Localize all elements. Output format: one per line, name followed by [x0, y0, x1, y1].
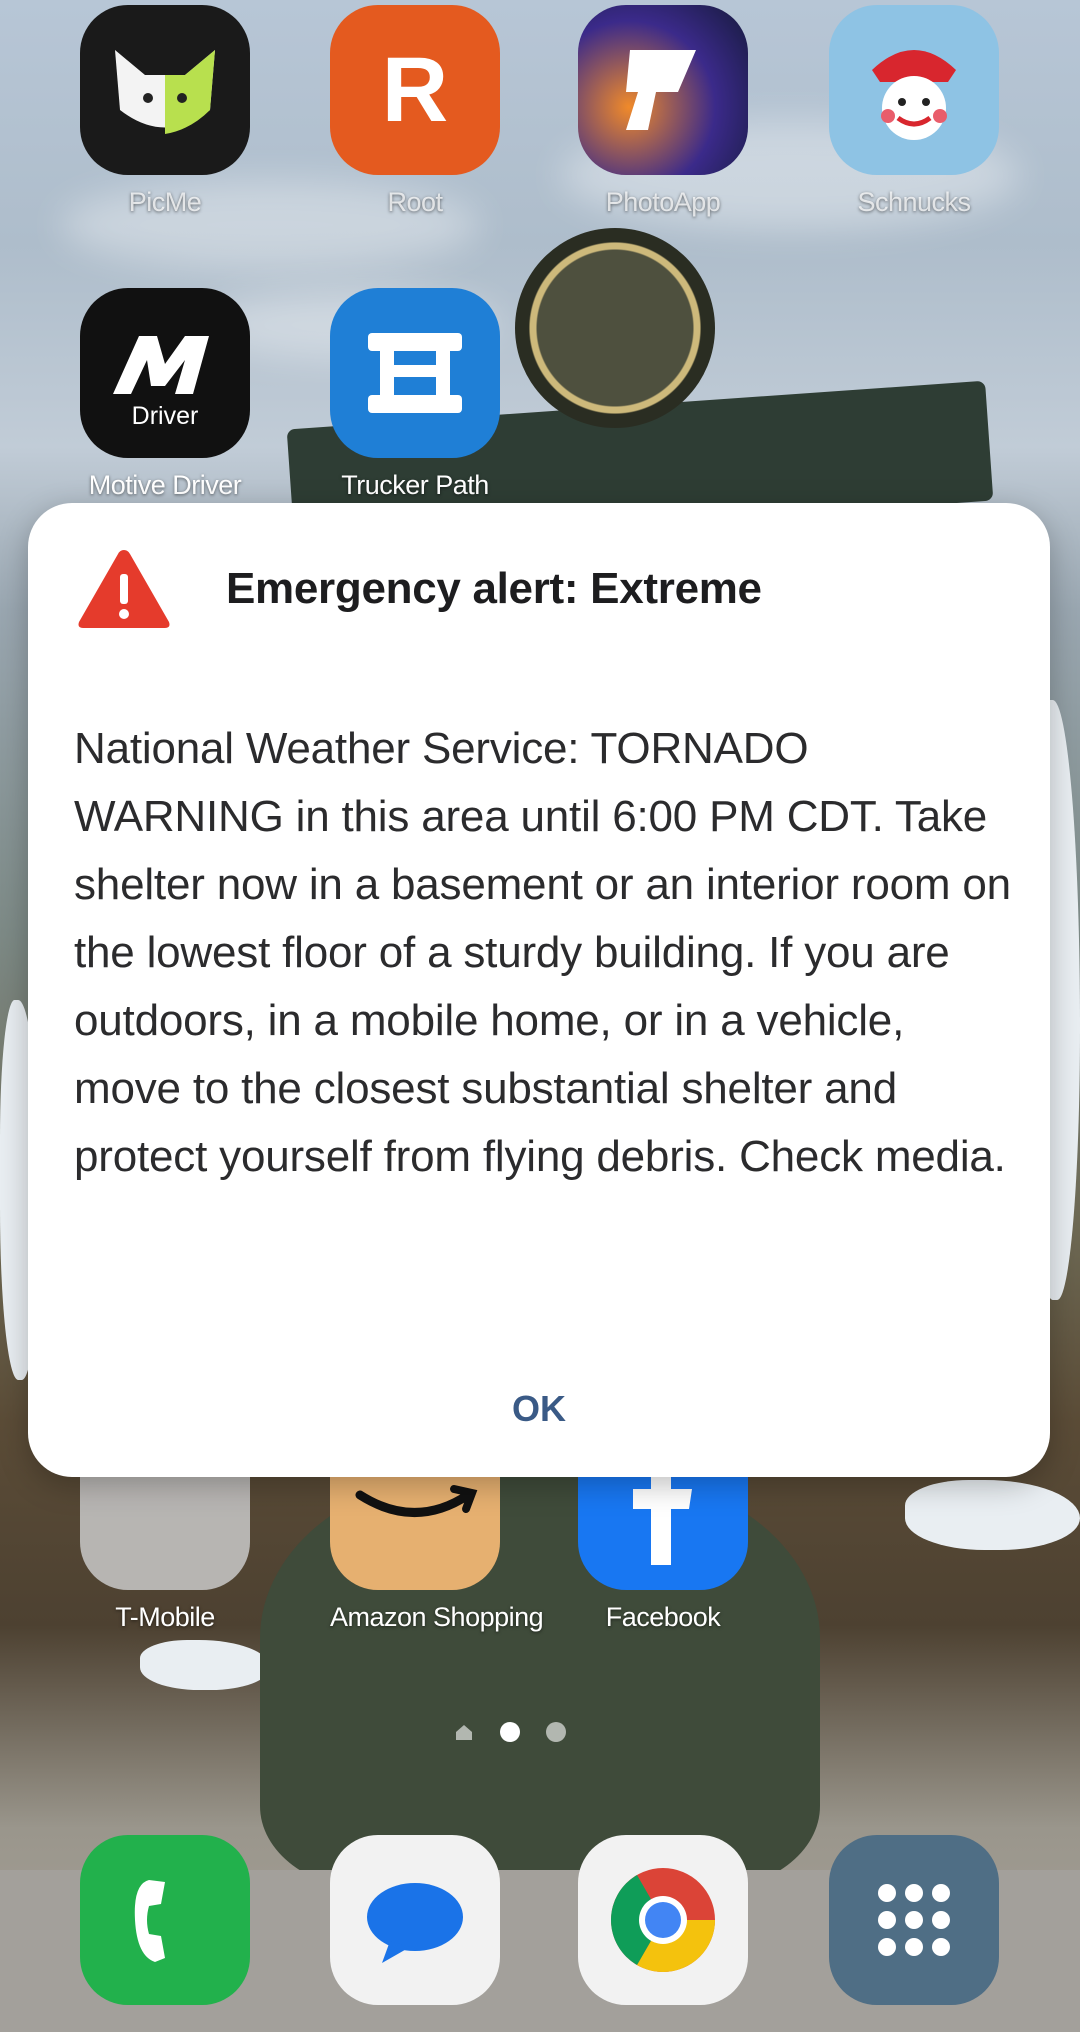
app-schnucks[interactable]: Schnucks — [829, 5, 999, 218]
photoapp-icon — [578, 5, 748, 175]
app-trucker-path[interactable]: Trucker Path — [330, 288, 500, 501]
app-label: Facebook — [605, 1602, 721, 1632]
app-root[interactable]: R Root — [330, 5, 500, 218]
dock-messages[interactable] — [330, 1835, 500, 2005]
app-label: Amazon Shopping — [330, 1602, 544, 1632]
alert-title: Emergency alert: Extreme — [226, 564, 762, 613]
page-dot — [546, 1722, 566, 1742]
app-drawer-icon — [829, 1835, 999, 2005]
ok-button[interactable]: OK — [28, 1388, 1050, 1430]
wallpaper-seal — [515, 228, 715, 428]
dock-chrome[interactable] — [578, 1835, 748, 2005]
alert-message: National Weather Service: TORNADO WARNIN… — [74, 724, 1011, 1181]
phone-icon — [80, 1835, 250, 2005]
page-indicator[interactable] — [454, 1722, 566, 1742]
app-motive-driver[interactable]: Driver Motive Driver — [80, 288, 250, 501]
app-label: Motive Driver — [88, 470, 242, 500]
emergency-alert-dialog: Emergency alert: Extreme National Weathe… — [28, 503, 1050, 1477]
picme-icon — [80, 5, 250, 175]
motive-icon-caption: Driver — [131, 401, 199, 430]
app-picme[interactable]: PicMe — [80, 5, 250, 218]
app-label: PicMe — [128, 187, 202, 217]
dock-app-drawer[interactable] — [829, 1835, 999, 2005]
app-label: Trucker Path — [341, 470, 489, 500]
dock-phone[interactable] — [80, 1835, 250, 2005]
warning-icon — [76, 546, 172, 632]
messages-icon — [330, 1835, 500, 2005]
app-label: Schnucks — [857, 187, 971, 217]
app-photoapp[interactable]: PhotoApp — [578, 5, 748, 218]
app-label: T-Mobile — [115, 1602, 215, 1632]
page-dot-active — [500, 1722, 520, 1742]
root-letter: R — [381, 38, 449, 141]
schnucks-icon — [829, 5, 999, 175]
app-label: Root — [387, 187, 443, 217]
chrome-icon — [578, 1835, 748, 2005]
app-label: PhotoApp — [605, 187, 721, 217]
home-page-icon — [456, 1725, 472, 1740]
root-icon: R — [330, 5, 500, 175]
motive-driver-icon: Driver — [80, 288, 250, 458]
trucker-path-icon — [330, 288, 500, 458]
alert-header: Emergency alert: Extreme — [76, 546, 762, 632]
